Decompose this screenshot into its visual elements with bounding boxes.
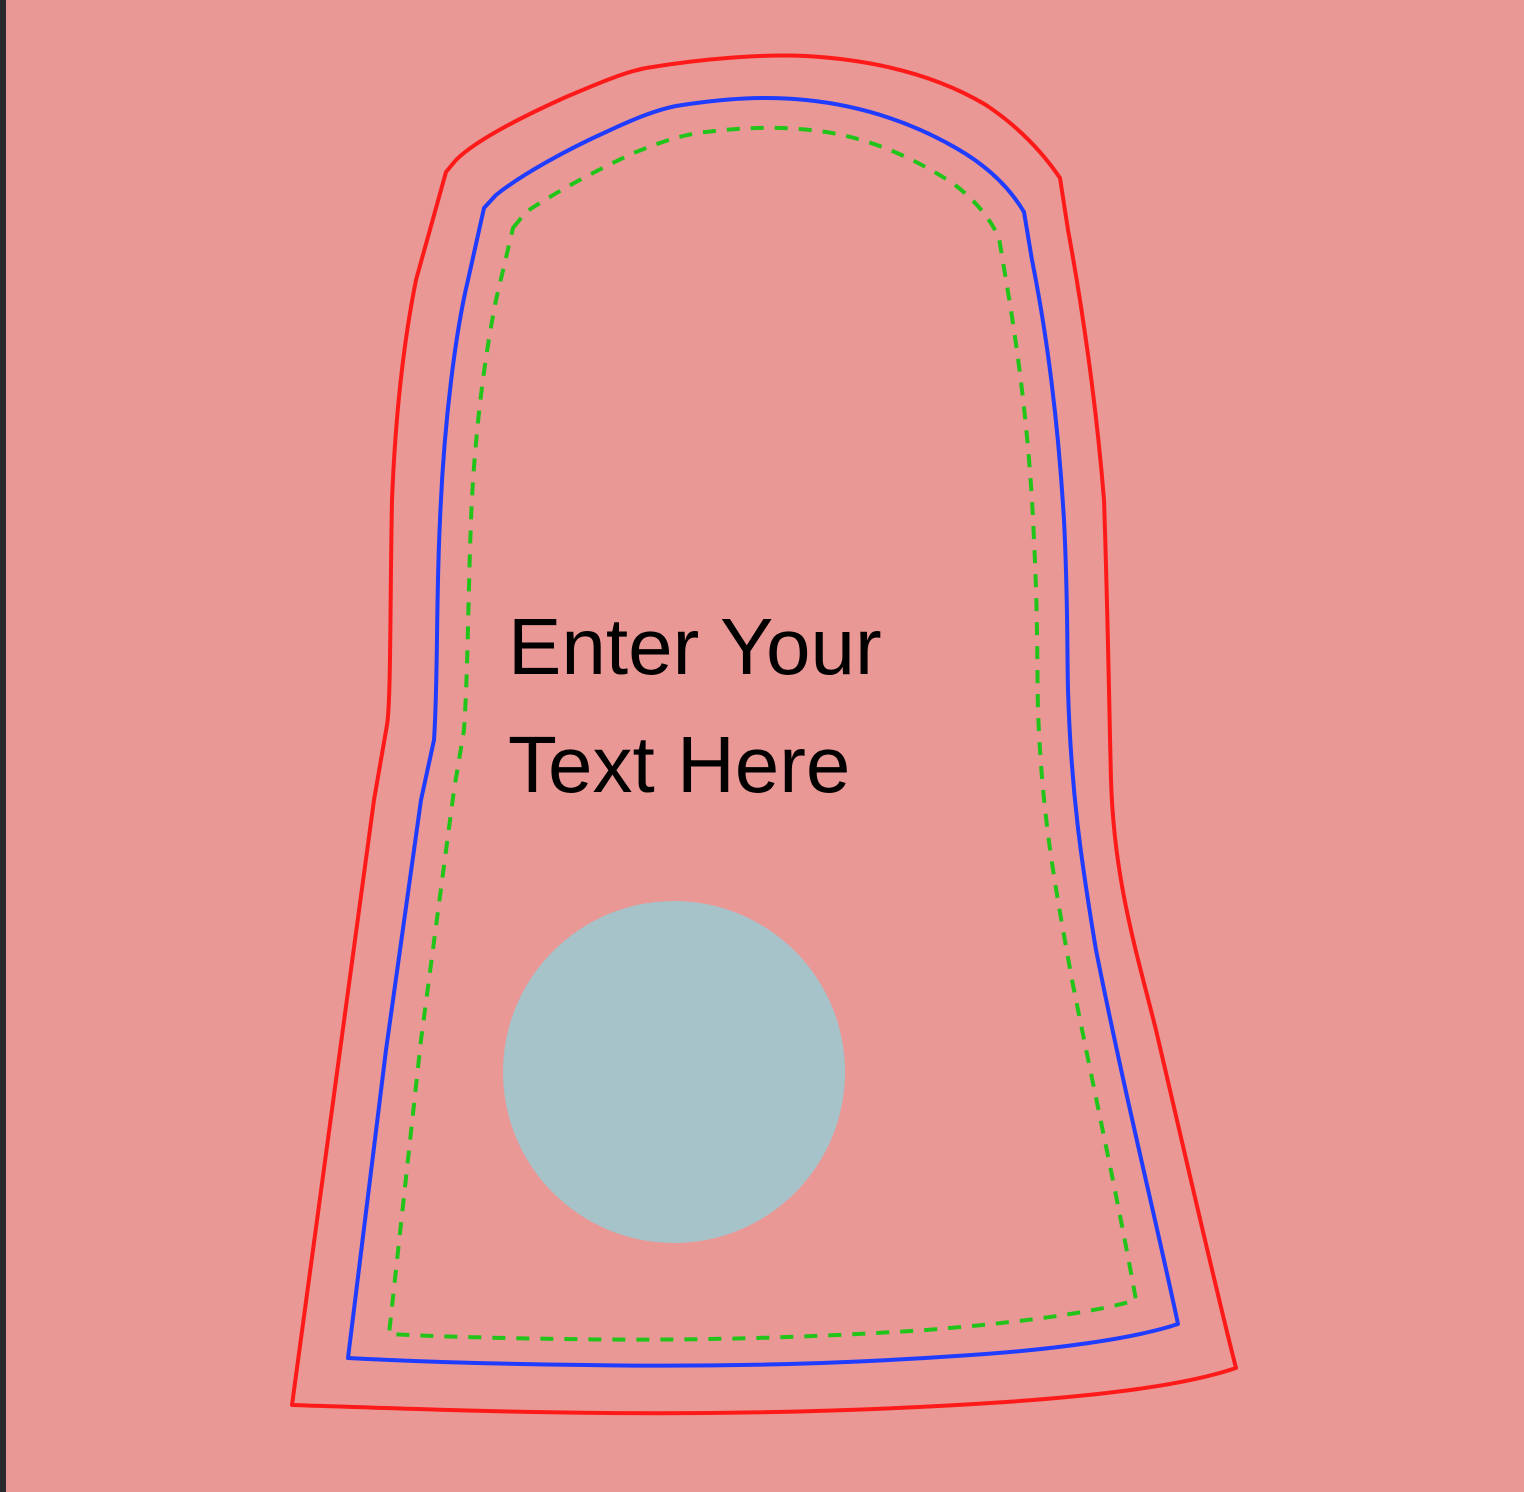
text-line-1: Enter Your xyxy=(508,602,882,691)
text-line-2: Text Here xyxy=(508,720,851,809)
editable-text-box[interactable]: Enter Your Text Here xyxy=(508,588,882,824)
circle-shape[interactable] xyxy=(503,901,845,1243)
design-canvas[interactable]: Enter Your Text Here xyxy=(6,0,1524,1492)
